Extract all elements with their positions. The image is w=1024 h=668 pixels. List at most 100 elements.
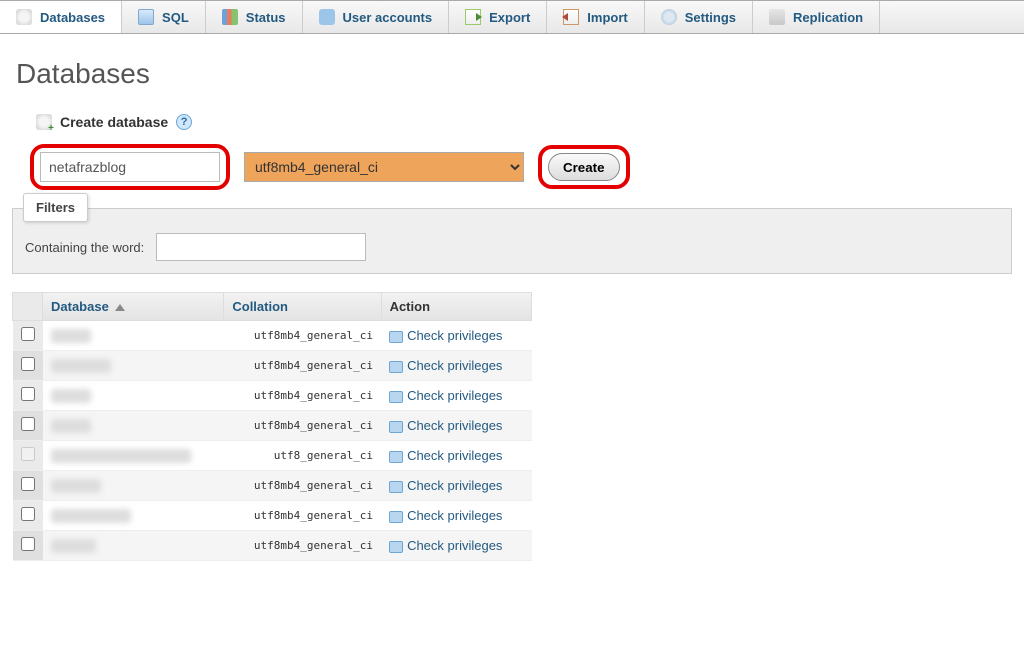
database-name-input[interactable] — [40, 152, 220, 182]
privileges-icon — [389, 421, 403, 433]
replication-icon — [769, 9, 785, 25]
tab-label: Export — [489, 10, 530, 25]
row-action: Check privileges — [381, 411, 531, 441]
table-row: xutf8mb4_general_ci Check privileges — [13, 381, 532, 411]
tab-sql[interactable]: SQL — [122, 1, 206, 33]
privileges-icon — [389, 391, 403, 403]
table-row: xutf8mb4_general_ci Check privileges — [13, 321, 532, 351]
top-tabs: Databases SQL Status User accounts Expor… — [0, 0, 1024, 34]
row-action: Check privileges — [381, 351, 531, 381]
privileges-icon — [389, 511, 403, 523]
tab-label: User accounts — [343, 10, 433, 25]
row-database-name[interactable]: x — [43, 471, 224, 501]
filters-fieldset: Filters Containing the word: — [12, 208, 1012, 274]
check-privileges-link[interactable]: Check privileges — [407, 538, 502, 553]
row-action: Check privileges — [381, 441, 531, 471]
tab-user-accounts[interactable]: User accounts — [303, 1, 450, 33]
export-icon — [465, 9, 481, 25]
row-collation: utf8mb4_general_ci — [224, 501, 381, 531]
table-row: xutf8_general_ci Check privileges — [13, 441, 532, 471]
row-checkbox-cell — [13, 531, 43, 561]
wrench-icon — [661, 9, 677, 25]
row-checkbox[interactable] — [21, 327, 35, 341]
check-privileges-link[interactable]: Check privileges — [407, 418, 502, 433]
privileges-icon — [389, 481, 403, 493]
row-checkbox[interactable] — [21, 537, 35, 551]
col-checkbox — [13, 293, 43, 321]
row-checkbox-cell — [13, 441, 43, 471]
row-database-name[interactable]: x — [43, 321, 224, 351]
check-privileges-link[interactable]: Check privileges — [407, 328, 502, 343]
tab-import[interactable]: Import — [547, 1, 644, 33]
create-database-label: Create database — [60, 114, 168, 130]
row-collation: utf8mb4_general_ci — [224, 471, 381, 501]
row-checkbox[interactable] — [21, 507, 35, 521]
table-row: xutf8mb4_general_ci Check privileges — [13, 351, 532, 381]
check-privileges-link[interactable]: Check privileges — [407, 388, 502, 403]
row-database-name[interactable]: x — [43, 381, 224, 411]
row-collation: utf8mb4_general_ci — [224, 351, 381, 381]
row-checkbox-cell — [13, 351, 43, 381]
table-row: xutf8mb4_general_ci Check privileges — [13, 501, 532, 531]
row-checkbox[interactable] — [21, 387, 35, 401]
page-title: Databases — [16, 58, 1024, 90]
row-checkbox-cell — [13, 411, 43, 441]
col-collation[interactable]: Collation — [224, 293, 381, 321]
row-action: Check privileges — [381, 531, 531, 561]
highlight-dbname — [30, 144, 230, 190]
databases-table: Database Collation Action xutf8mb4_gener… — [12, 292, 532, 561]
row-action: Check privileges — [381, 381, 531, 411]
check-privileges-link[interactable]: Check privileges — [407, 358, 502, 373]
create-button[interactable]: Create — [548, 153, 620, 181]
create-database-heading: Create database ? — [36, 114, 1024, 130]
row-checkbox-cell — [13, 381, 43, 411]
database-add-icon — [36, 114, 52, 130]
create-database-form: utf8mb4_general_ci Create — [30, 144, 1024, 190]
check-privileges-link[interactable]: Check privileges — [407, 478, 502, 493]
row-action: Check privileges — [381, 321, 531, 351]
filter-word-input[interactable] — [156, 233, 366, 261]
tab-label: Import — [587, 10, 627, 25]
row-checkbox[interactable] — [21, 357, 35, 371]
collation-select[interactable]: utf8mb4_general_ci — [244, 152, 524, 182]
row-checkbox-cell — [13, 321, 43, 351]
tab-replication[interactable]: Replication — [753, 1, 880, 33]
help-icon[interactable]: ? — [176, 114, 192, 130]
status-icon — [222, 9, 238, 25]
row-action: Check privileges — [381, 501, 531, 531]
users-icon — [319, 9, 335, 25]
row-collation: utf8mb4_general_ci — [224, 381, 381, 411]
check-privileges-link[interactable]: Check privileges — [407, 508, 502, 523]
tab-label: Databases — [40, 10, 105, 25]
row-database-name[interactable]: x — [43, 411, 224, 441]
col-database[interactable]: Database — [43, 293, 224, 321]
import-icon — [563, 9, 579, 25]
row-database-name[interactable]: x — [43, 351, 224, 381]
tab-export[interactable]: Export — [449, 1, 547, 33]
tab-label: SQL — [162, 10, 189, 25]
row-database-name[interactable]: x — [43, 501, 224, 531]
row-database-name[interactable]: x — [43, 441, 224, 471]
row-checkbox[interactable] — [21, 417, 35, 431]
filter-label: Containing the word: — [25, 240, 144, 255]
highlight-create-button: Create — [538, 145, 630, 189]
row-collation: utf8_general_ci — [224, 441, 381, 471]
tab-settings[interactable]: Settings — [645, 1, 753, 33]
col-action: Action — [381, 293, 531, 321]
table-row: xutf8mb4_general_ci Check privileges — [13, 471, 532, 501]
row-collation: utf8mb4_general_ci — [224, 411, 381, 441]
row-checkbox[interactable] — [21, 477, 35, 491]
privileges-icon — [389, 361, 403, 373]
row-collation: utf8mb4_general_ci — [224, 321, 381, 351]
check-privileges-link[interactable]: Check privileges — [407, 448, 502, 463]
tab-databases[interactable]: Databases — [0, 1, 122, 33]
tab-status[interactable]: Status — [206, 1, 303, 33]
row-checkbox — [21, 447, 35, 461]
tab-label: Status — [246, 10, 286, 25]
row-action: Check privileges — [381, 471, 531, 501]
row-collation: utf8mb4_general_ci — [224, 531, 381, 561]
tab-label: Replication — [793, 10, 863, 25]
row-database-name[interactable]: x — [43, 531, 224, 561]
privileges-icon — [389, 541, 403, 553]
database-icon — [16, 9, 32, 25]
